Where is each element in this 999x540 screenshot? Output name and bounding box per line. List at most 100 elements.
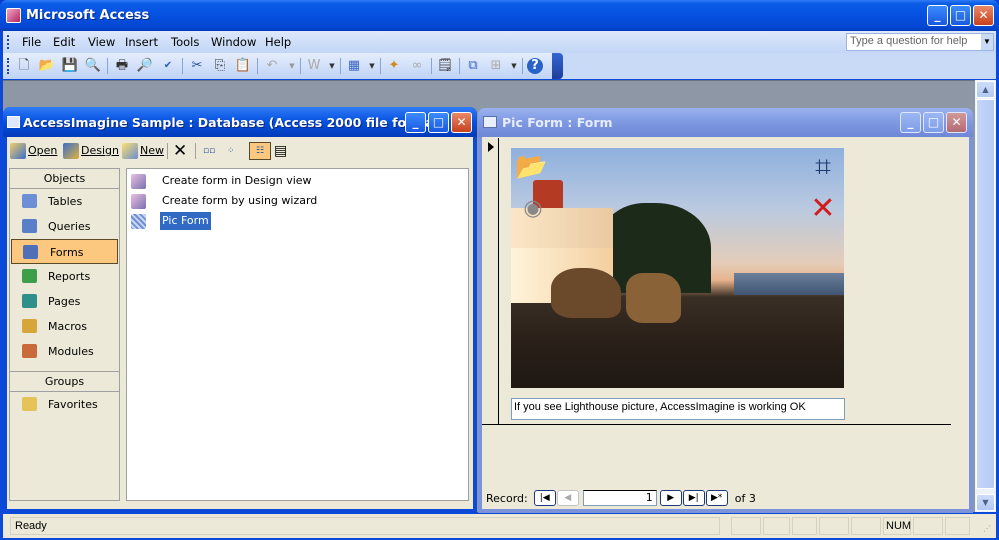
toolbar-separator <box>195 143 196 159</box>
paste-icon[interactable]: 📋 <box>234 57 252 75</box>
last-record-button[interactable]: ▶| <box>682 490 705 506</box>
objects-item-queries[interactable]: Queries <box>10 214 119 239</box>
properties-icon[interactable]: 🗒 <box>436 57 454 75</box>
new-icon[interactable]: 🗋 <box>15 57 33 75</box>
analyze-dropdown-icon[interactable]: ▼ <box>363 57 381 75</box>
list-item-create-wizard[interactable]: Create form by using wizard <box>131 192 319 210</box>
objects-item-label: Forms <box>50 246 84 259</box>
chevron-down-icon[interactable]: ▼ <box>981 34 993 50</box>
scroll-thumb[interactable] <box>976 99 995 489</box>
new-record-button[interactable]: ▶* <box>705 490 728 506</box>
lighthouse-picture[interactable]: 📂 ◉ ⌗ ✕ <box>511 148 844 388</box>
menu-help[interactable]: Help <box>265 35 291 49</box>
print-icon[interactable]: 🖶 <box>113 57 131 75</box>
list-item-pic-form[interactable]: Pic Form <box>131 212 211 230</box>
objects-header[interactable]: Objects <box>10 169 119 189</box>
objects-item-modules[interactable]: Modules <box>10 339 119 364</box>
menu-bar: File Edit View Insert Tools Window Help … <box>3 31 996 53</box>
minimize-button[interactable]: _ <box>927 5 948 26</box>
form-maximize-button[interactable]: □ <box>923 112 944 133</box>
list-item-create-design[interactable]: Create form in Design view <box>131 172 314 190</box>
office-links-icon[interactable]: W <box>305 57 323 75</box>
database-toolbar: 🗋 📂 💾 🔍 🖶 🔎 ✔ ✂ ⎘ 📋 ↶ ▼ W ▼ ▦ ▼ ✦ ∞ 🗒 ⧉ … <box>3 53 563 79</box>
spelling-icon[interactable]: ✔ <box>159 57 177 75</box>
vertical-scrollbar[interactable]: ▲ ▼ <box>975 80 996 512</box>
status-panel <box>851 517 881 535</box>
message-textbox[interactable]: If you see Lighthouse picture, AccessIma… <box>511 398 845 420</box>
toolbar-separator <box>257 58 258 74</box>
cut-icon[interactable]: ✂ <box>188 57 206 75</box>
objects-item-forms[interactable]: Forms <box>11 239 118 264</box>
crop-icon[interactable]: ⌗ <box>807 152 839 184</box>
previous-record-button[interactable]: ◀ <box>556 490 579 506</box>
menu-grip[interactable] <box>7 35 10 49</box>
code-icon[interactable]: ✦ <box>385 57 403 75</box>
resize-grip[interactable]: ⋰ <box>983 524 991 533</box>
help-placeholder: Type a question for help <box>850 35 968 47</box>
db-close-button[interactable]: ✕ <box>451 112 472 133</box>
menu-tools[interactable]: Tools <box>171 35 199 49</box>
record-selector[interactable] <box>482 138 499 424</box>
small-icons-view-icon[interactable]: ⁘ <box>227 142 235 160</box>
new-button[interactable]: New <box>122 142 164 160</box>
objects-list: Create form in Design view Create form b… <box>126 168 469 501</box>
scroll-up-button[interactable]: ▲ <box>976 81 995 98</box>
list-view-icon[interactable]: ☷ <box>249 142 271 160</box>
db-minimize-button[interactable]: _ <box>405 112 426 133</box>
menu-insert[interactable]: Insert <box>125 35 158 49</box>
objects-item-reports[interactable]: Reports <box>10 264 119 289</box>
copy-icon[interactable]: ⎘ <box>211 57 229 75</box>
menu-file[interactable]: File <box>22 35 41 49</box>
delete-icon[interactable]: ✕ <box>807 194 839 226</box>
design-button[interactable]: Design <box>63 142 119 160</box>
status-panel <box>763 517 790 535</box>
form-close-button[interactable]: ✕ <box>946 112 967 133</box>
open-button[interactable]: Open <box>10 142 57 160</box>
new-object-icon[interactable]: ⊞ <box>487 57 505 75</box>
help-question-box[interactable]: Type a question for help ▼ <box>846 33 994 51</box>
toolbar-options-button[interactable] <box>552 53 563 79</box>
toolbar-separator <box>182 58 183 74</box>
next-record-button[interactable]: ▶ <box>659 490 682 506</box>
maximize-button[interactable]: □ <box>950 5 971 26</box>
delete-icon[interactable]: ✕ <box>173 142 187 160</box>
webcam-icon[interactable]: ◉ <box>517 194 549 226</box>
menu-view[interactable]: View <box>88 35 115 49</box>
analyze-icon[interactable]: ▦ <box>345 57 363 75</box>
record-number-input[interactable]: 1 <box>582 490 657 506</box>
groups-header[interactable]: Groups <box>10 372 119 392</box>
close-button[interactable]: ✕ <box>973 5 994 26</box>
toolbar-separator <box>340 58 341 74</box>
record-label: Record: <box>486 491 528 505</box>
load-folder-icon[interactable]: 📂 <box>515 152 547 184</box>
open-icon[interactable]: 📂 <box>38 57 56 75</box>
print-preview-icon[interactable]: 🔎 <box>136 57 154 75</box>
relationships-icon[interactable]: ⧉ <box>464 57 482 75</box>
details-view-icon[interactable]: ▤ <box>274 142 287 160</box>
large-icons-view-icon[interactable]: ▫▫ <box>203 142 215 160</box>
save-icon[interactable]: 💾 <box>61 57 79 75</box>
first-record-button[interactable]: |◀ <box>533 490 556 506</box>
undo-dropdown-icon[interactable]: ▼ <box>283 57 301 75</box>
objects-item-label: Tables <box>48 195 83 208</box>
form-minimize-button[interactable]: _ <box>900 112 921 133</box>
objects-item-tables[interactable]: Tables <box>10 189 119 214</box>
objects-item-macros[interactable]: Macros <box>10 314 119 339</box>
scroll-down-button[interactable]: ▼ <box>976 494 995 511</box>
file-search-icon[interactable]: 🔍 <box>84 57 102 75</box>
form-object-icon <box>131 213 146 229</box>
new-object-dropdown-icon[interactable]: ▼ <box>505 57 523 75</box>
menu-window[interactable]: Window <box>211 35 256 49</box>
objects-item-pages[interactable]: Pages <box>10 289 119 314</box>
office-links-dropdown-icon[interactable]: ▼ <box>323 57 341 75</box>
query-icon <box>22 219 37 233</box>
macro-icon <box>22 319 37 333</box>
help-icon[interactable]: ? <box>527 58 543 74</box>
groups-item-favorites[interactable]: Favorites <box>10 392 119 417</box>
script-icon[interactable]: ∞ <box>408 57 426 75</box>
menu-edit[interactable]: Edit <box>53 35 75 49</box>
db-maximize-button[interactable]: □ <box>428 112 449 133</box>
objects-item-label: Macros <box>48 320 88 333</box>
toolbar-grip[interactable] <box>7 58 10 74</box>
undo-icon[interactable]: ↶ <box>263 57 281 75</box>
